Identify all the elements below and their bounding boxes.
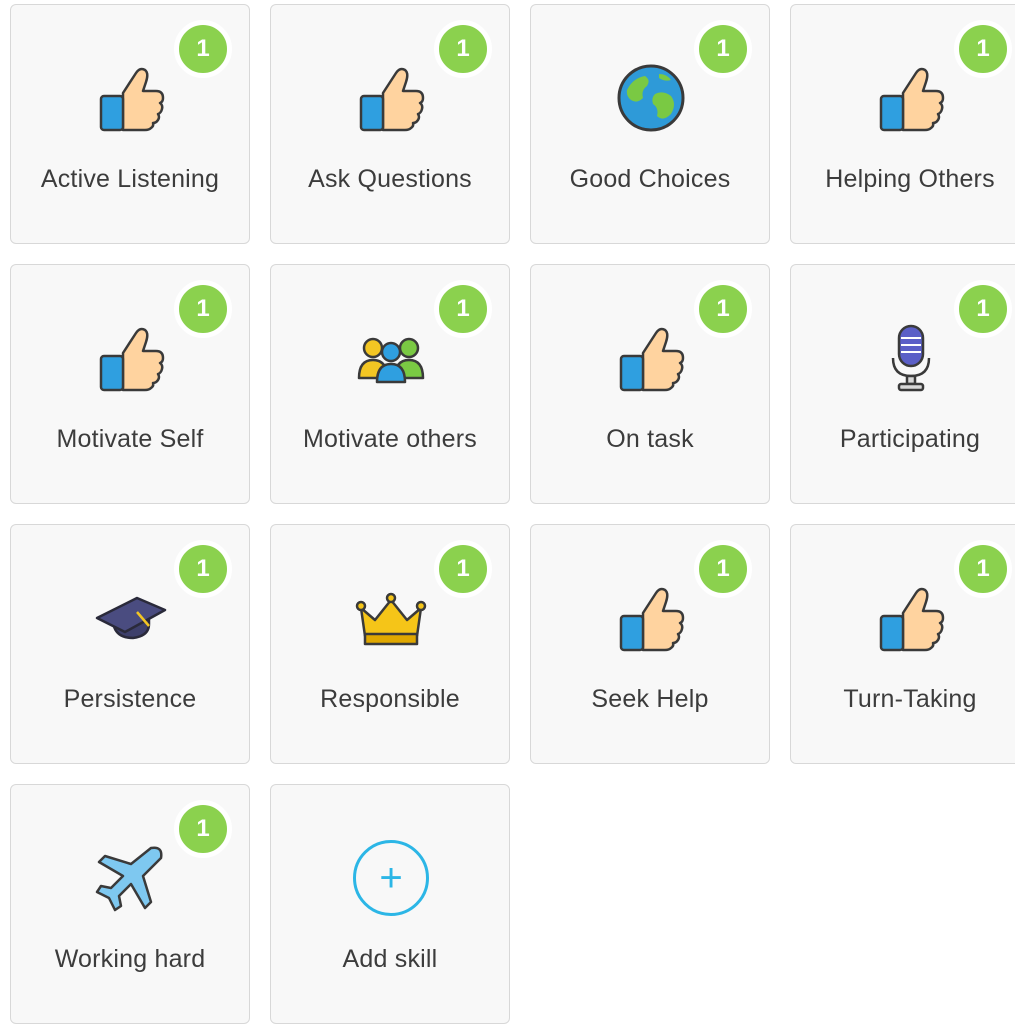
- skill-count-badge: 1: [174, 540, 232, 598]
- skill-count-badge: 1: [434, 540, 492, 598]
- skill-tile-seek-help[interactable]: 1 Seek Help: [530, 524, 770, 764]
- skill-tile-good-choices[interactable]: 1 Good Choices: [530, 4, 770, 244]
- skill-label: Responsible: [320, 685, 460, 713]
- skill-label: Participating: [839, 425, 981, 453]
- add-skill-button[interactable]: + Add skill: [270, 784, 510, 1024]
- skill-count-badge: 1: [694, 540, 752, 598]
- skill-tile-active-listening[interactable]: 1 Active Listening: [10, 4, 250, 244]
- thumbs-up-icon: [873, 580, 949, 656]
- skill-label: On task: [606, 425, 694, 453]
- graduation-cap-icon: [93, 580, 169, 656]
- skill-label: Helping Others: [825, 165, 995, 193]
- skill-count-badge: 1: [954, 20, 1012, 78]
- skill-tile-responsible[interactable]: 1 Responsible: [270, 524, 510, 764]
- skill-tile-participating[interactable]: 1 Participating: [790, 264, 1015, 504]
- skill-tile-motivate-others[interactable]: 1 Motivate others: [270, 264, 510, 504]
- skill-count-badge: 1: [954, 540, 1012, 598]
- skill-count-badge: 1: [694, 280, 752, 338]
- skill-tile-on-task[interactable]: 1 On task: [530, 264, 770, 504]
- thumbs-up-icon: [873, 60, 949, 136]
- thumbs-up-icon: [353, 60, 429, 136]
- people-group-icon: [353, 320, 429, 396]
- thumbs-up-icon: [93, 60, 169, 136]
- crown-icon: [353, 580, 429, 656]
- skill-label: Ask Questions: [308, 165, 472, 193]
- thumbs-up-icon: [613, 580, 689, 656]
- skill-tile-persistence[interactable]: 1 Persistence: [10, 524, 250, 764]
- skill-count-badge: 1: [174, 20, 232, 78]
- skill-label: Seek Help: [591, 685, 709, 713]
- skill-count-badge: 1: [174, 280, 232, 338]
- plus-symbol: +: [353, 840, 429, 916]
- skill-tile-ask-questions[interactable]: 1 Ask Questions: [270, 4, 510, 244]
- thumbs-up-icon: [613, 320, 689, 396]
- skill-count-badge: 1: [174, 800, 232, 858]
- microphone-icon: [873, 320, 949, 396]
- skill-label: Turn-Taking: [843, 685, 977, 713]
- skill-label: Persistence: [63, 685, 197, 713]
- skills-grid: 1 Active Listening 1 Ask Questions 1 Goo…: [10, 4, 1015, 1024]
- skill-count-badge: 1: [434, 20, 492, 78]
- globe-icon: [613, 60, 689, 136]
- skill-tile-turn-taking[interactable]: 1 Turn-Taking: [790, 524, 1015, 764]
- skill-count-badge: 1: [434, 280, 492, 338]
- add-skill-label: Add skill: [342, 945, 438, 973]
- skill-label: Good Choices: [569, 165, 731, 193]
- skill-label: Motivate others: [303, 425, 477, 453]
- skill-tile-helping-others[interactable]: 1 Helping Others: [790, 4, 1015, 244]
- thumbs-up-icon: [93, 320, 169, 396]
- skill-count-badge: 1: [954, 280, 1012, 338]
- skill-label: Active Listening: [40, 165, 220, 193]
- airplane-icon: [93, 840, 169, 916]
- skill-tile-working-hard[interactable]: 1 Working hard: [10, 784, 250, 1024]
- skill-label: Motivate Self: [56, 425, 204, 453]
- skill-tile-motivate-self[interactable]: 1 Motivate Self: [10, 264, 250, 504]
- skill-count-badge: 1: [694, 20, 752, 78]
- plus-circle-icon: +: [353, 840, 429, 916]
- skill-label: Working hard: [54, 945, 206, 973]
